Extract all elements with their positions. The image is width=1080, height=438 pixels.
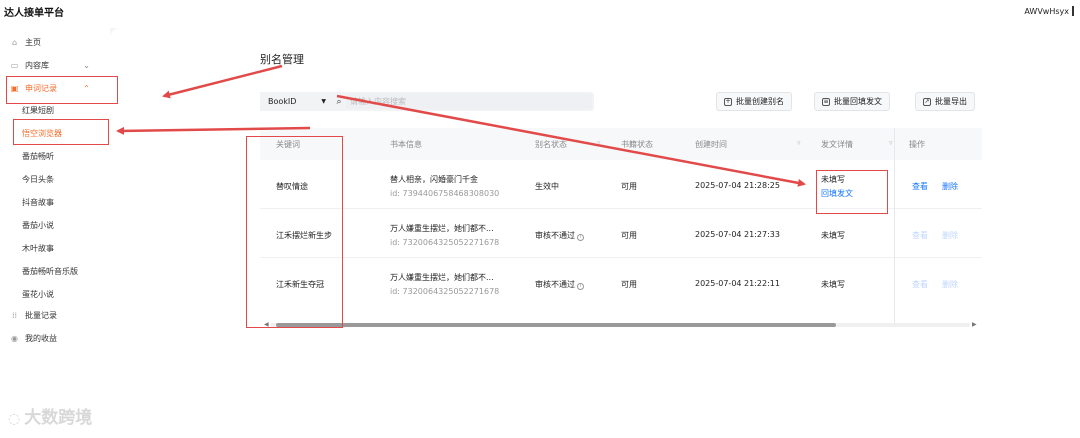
chevron-down-icon: ⌄ [83, 60, 90, 70]
sidebar-item-home[interactable]: ⌂ 主页 [0, 32, 110, 52]
info-icon[interactable]: i [577, 283, 584, 290]
column-header: 发文详情 [821, 140, 853, 149]
book-id: id: 7320064325052271678 [390, 238, 500, 247]
button-label: 批量导出 [935, 97, 967, 106]
info-icon[interactable]: i [577, 234, 584, 241]
sidebar-sub-item[interactable]: 抖音故事 [22, 197, 54, 208]
book-status: 可用 [621, 231, 637, 240]
table-row: 江禾新生夺冠 万人嫌重生摆烂，她们都不... id: 7320064325052… [260, 258, 982, 307]
alias-status: 审核不通过 i [535, 230, 584, 241]
watermark-logo: ◌ 大数跨境 [8, 403, 92, 428]
watermark-text: 大数跨境 [24, 408, 93, 428]
book-title: 万人嫌重生摆烂，她们都不... [390, 273, 494, 282]
annotation-box-records [6, 76, 118, 104]
top-bar: 达人接单平台 AWVwHsyx [0, 0, 1080, 24]
search-bar: BookID ▼ ⌕ 请输入内容搜索 [260, 92, 594, 111]
library-icon: ▭ [10, 60, 19, 70]
book-id: id: 7394406758468308030 [390, 189, 500, 198]
column-header: 书籍状态 [621, 140, 653, 149]
sidebar-sub-item[interactable]: 木叶故事 [22, 243, 54, 254]
sidebar-sub-item[interactable]: 今日头条 [22, 174, 54, 185]
table-header: 关键词 书本信息 别名状态 ▿ 书籍状态 创建时间 ▿ 发文详情 ▿ 操作 [260, 128, 982, 160]
watermark-icon: ◌ [8, 411, 21, 427]
post-status: 未填写 [821, 231, 845, 240]
app-title: 达人接单平台 [4, 8, 64, 19]
filter-select-value: BookID [268, 97, 297, 106]
user-avatar-icon [1072, 6, 1074, 16]
income-icon: ◉ [11, 333, 18, 343]
horizontal-scrollbar[interactable]: ◀ ▶ [260, 321, 982, 329]
batch-create-alias-button[interactable]: + 批量创建别名 [716, 92, 792, 111]
search-icon: ⌕ [336, 96, 342, 107]
column-header: 别名状态 [535, 140, 567, 149]
home-icon: ⌂ [11, 37, 18, 47]
sidebar-item-label: 主页 [25, 37, 41, 47]
delete-link[interactable]: 删除 [942, 181, 958, 192]
fixed-column-divider [894, 128, 895, 324]
button-label: 批量创建别名 [736, 97, 784, 106]
user-name: AWVwHsyx [1024, 7, 1069, 16]
filter-icon[interactable]: ▿ [797, 139, 801, 147]
annotation-box-wukong [13, 119, 109, 145]
created-time: 2025-07-04 21:27:33 [695, 230, 780, 239]
alias-table: 关键词 书本信息 别名状态 ▿ 书籍状态 创建时间 ▿ 发文详情 ▿ 操作 替叹… [260, 128, 982, 324]
page-title: 别名管理 [260, 53, 304, 66]
delete-link[interactable]: 删除 [942, 279, 958, 290]
book-status: 可用 [621, 280, 637, 289]
annotation-box-backfill [816, 170, 888, 214]
alias-status-text: 审核不通过 [535, 280, 575, 289]
annotation-box-keywords [246, 136, 343, 328]
alias-status-text: 审核不通过 [535, 231, 575, 240]
delete-link[interactable]: 删除 [942, 230, 958, 241]
alias-status: 审核不通过 i [535, 279, 584, 290]
user-menu[interactable]: AWVwHsyx [1024, 6, 1074, 16]
batch-backfill-button[interactable]: ≡ 批量回填发文 [814, 92, 890, 111]
book-id: id: 7320064325052271678 [390, 287, 500, 296]
table-row: 江禾摆烂新生步 万人嫌重生摆烂，她们都不... id: 732006432505… [260, 209, 982, 258]
created-time: 2025-07-04 21:22:11 [695, 279, 780, 288]
book-title: 万人嫌重生摆烂，她们都不... [390, 224, 494, 233]
batch-icon: ⁞⁞ [11, 310, 18, 320]
sidebar-sub-item[interactable]: 番茄畅听 [22, 151, 54, 162]
plus-square-icon: + [724, 97, 732, 106]
filter-select[interactable]: BookID ▼ [260, 92, 332, 111]
book-title: 替人相亲，闪婚豪门千金 [390, 175, 478, 184]
filter-icon[interactable]: ▿ [889, 139, 893, 147]
document-icon: ≡ [822, 97, 830, 106]
view-link[interactable]: 查看 [912, 279, 928, 290]
caret-down-icon: ▼ [321, 98, 326, 105]
view-link[interactable]: 查看 [912, 230, 928, 241]
filter-icon[interactable]: ▿ [597, 139, 601, 147]
sidebar-item-label: 内容库 [25, 60, 49, 70]
sidebar-item-label: 批量记录 [25, 310, 57, 320]
post-status: 未填写 [821, 280, 845, 289]
export-icon: ↗ [923, 97, 931, 106]
created-time: 2025-07-04 21:28:25 [695, 181, 780, 190]
batch-export-button[interactable]: ↗ 批量导出 [915, 92, 975, 111]
sidebar-sub-item[interactable]: 红果短剧 [22, 105, 54, 116]
column-header: 书本信息 [390, 140, 422, 149]
sidebar-item-income[interactable]: ◉ 我的收益 [0, 328, 110, 348]
sidebar-sub-item[interactable]: 番茄小说 [22, 220, 54, 231]
sidebar-item-label: 我的收益 [25, 333, 57, 343]
sidebar-sub-item[interactable]: 蛋花小说 [22, 289, 54, 300]
book-status: 可用 [621, 182, 637, 191]
button-label: 批量回填发文 [834, 97, 882, 106]
column-header: 创建时间 [695, 140, 727, 149]
sidebar-item-batch[interactable]: ⁞⁞ 批量记录 [0, 305, 110, 325]
view-link[interactable]: 查看 [912, 181, 928, 192]
scroll-right-icon[interactable]: ▶ [972, 321, 977, 328]
scroll-thumb[interactable] [276, 323, 836, 327]
sidebar-item-library[interactable]: ▭ 内容库 ⌄ [0, 55, 110, 75]
search-input[interactable]: 请输入内容搜索 [346, 94, 592, 109]
alias-status: 生效中 [535, 182, 559, 191]
sidebar-sub-item[interactable]: 番茄畅听音乐版 [22, 266, 78, 277]
column-header: 操作 [909, 140, 925, 149]
